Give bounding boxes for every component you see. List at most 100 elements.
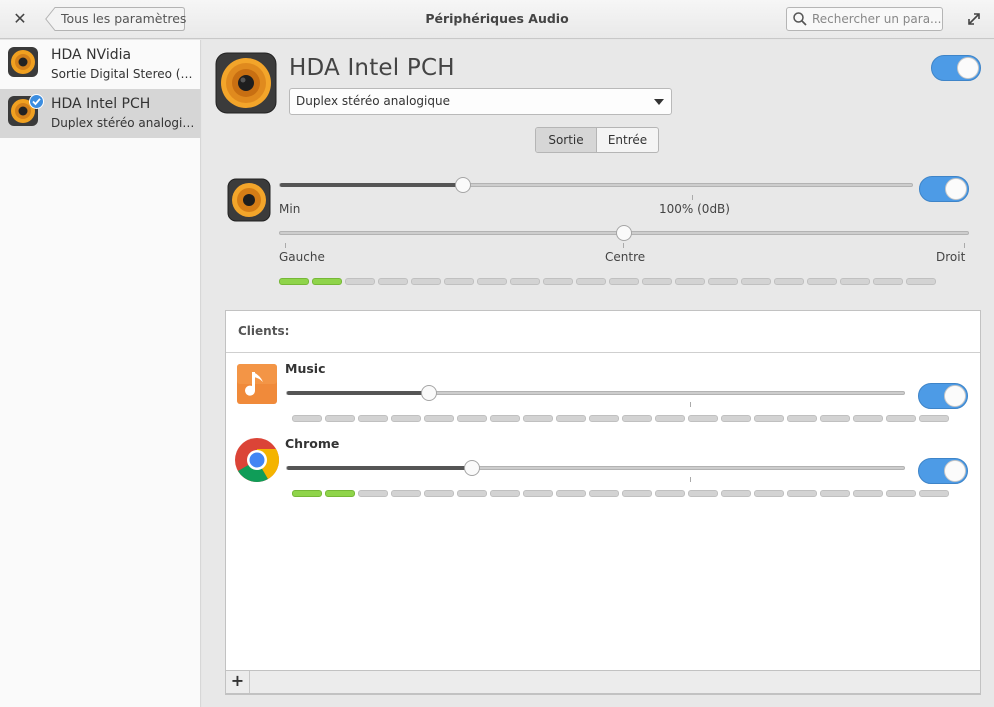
level-segment xyxy=(708,278,738,285)
music-note-icon xyxy=(237,364,277,404)
level-segment xyxy=(642,278,672,285)
level-segment xyxy=(840,278,870,285)
level-segment xyxy=(556,415,586,422)
volume-100-tick xyxy=(692,195,693,200)
client-level-meter xyxy=(292,490,956,497)
client-volume-handle[interactable] xyxy=(421,385,437,401)
volume-mute-switch[interactable] xyxy=(919,176,969,202)
client-enable-switch[interactable] xyxy=(918,458,968,484)
switch-knob xyxy=(944,460,966,482)
device-speaker-icon xyxy=(215,52,277,114)
client-volume-handle[interactable] xyxy=(464,460,480,476)
level-segment xyxy=(919,415,949,422)
client-volume-fill xyxy=(287,466,472,470)
level-segment xyxy=(609,278,639,285)
client-volume-fill xyxy=(287,391,429,395)
balance-slider[interactable] xyxy=(279,225,969,241)
client-volume-slider[interactable] xyxy=(286,385,905,401)
level-segment xyxy=(325,490,355,497)
level-segment xyxy=(675,278,705,285)
level-segment xyxy=(721,415,751,422)
level-segment xyxy=(622,490,652,497)
level-segment xyxy=(378,278,408,285)
speaker-icon xyxy=(8,47,38,77)
client-level-meter xyxy=(292,415,956,422)
device-sidebar: HDA NVidia Sortie Digital Stereo (H... H… xyxy=(0,40,201,707)
device-enable-switch[interactable] xyxy=(931,55,981,81)
client-name: Chrome xyxy=(285,436,340,451)
client-volume-slider[interactable] xyxy=(286,460,905,476)
level-segment xyxy=(576,278,606,285)
level-segment xyxy=(774,278,804,285)
level-segment xyxy=(787,490,817,497)
switch-knob xyxy=(944,385,966,407)
tab-entree[interactable]: Entrée xyxy=(597,128,658,152)
sidebar-item-name: HDA Intel PCH xyxy=(51,96,151,112)
balance-slider-handle[interactable] xyxy=(616,225,632,241)
level-segment xyxy=(556,490,586,497)
clients-panel: Clients: Music Chrome xyxy=(225,310,981,695)
client-name: Music xyxy=(285,361,326,376)
balance-center-tick xyxy=(623,243,624,248)
sidebar-item-subtitle: Duplex stéréo analogique xyxy=(51,116,197,130)
profile-dropdown-value: Duplex stéréo analogique xyxy=(296,94,450,108)
search-icon xyxy=(793,12,807,26)
level-segment xyxy=(886,490,916,497)
level-segment xyxy=(906,278,936,285)
profile-dropdown[interactable]: Duplex stéréo analogique xyxy=(289,88,672,115)
checkmark-badge-icon xyxy=(29,94,44,109)
level-segment xyxy=(820,415,850,422)
balance-right-label: Droit xyxy=(936,250,966,264)
level-segment xyxy=(721,490,751,497)
level-segment xyxy=(312,278,342,285)
sidebar-item-hda-nvidia[interactable]: HDA NVidia Sortie Digital Stereo (H... xyxy=(0,40,201,89)
level-segment xyxy=(754,415,784,422)
level-segment xyxy=(873,278,903,285)
client-100-tick xyxy=(690,477,691,482)
level-segment xyxy=(457,490,487,497)
level-segment xyxy=(444,278,474,285)
level-segment xyxy=(424,415,454,422)
volume-slider-fill xyxy=(280,183,463,187)
add-button[interactable]: + xyxy=(226,671,250,693)
client-enable-switch[interactable] xyxy=(918,383,968,409)
direction-tabs: Sortie Entrée xyxy=(535,127,659,153)
level-segment xyxy=(345,278,375,285)
clients-toolbar: + xyxy=(225,670,981,694)
level-segment xyxy=(279,278,309,285)
level-segment xyxy=(589,415,619,422)
level-segment xyxy=(688,490,718,497)
balance-left-label: Gauche xyxy=(279,250,325,264)
level-segment xyxy=(543,278,573,285)
level-segment xyxy=(490,415,520,422)
level-segment xyxy=(741,278,771,285)
level-segment xyxy=(391,415,421,422)
volume-reference-label: 100% (0dB) xyxy=(659,202,730,216)
level-segment xyxy=(622,415,652,422)
level-segment xyxy=(886,415,916,422)
chevron-down-icon xyxy=(654,99,664,105)
level-segment xyxy=(325,415,355,422)
sidebar-item-subtitle: Sortie Digital Stereo (H... xyxy=(51,67,197,81)
level-segment xyxy=(523,490,553,497)
clients-header: Clients: xyxy=(226,311,980,353)
chrome-icon xyxy=(235,438,279,482)
level-segment xyxy=(510,278,540,285)
sidebar-item-hda-intel-pch[interactable]: HDA Intel PCH Duplex stéréo analogique xyxy=(0,89,201,138)
level-segment xyxy=(411,278,441,285)
level-segment xyxy=(853,490,883,497)
volume-speaker-icon[interactable] xyxy=(227,178,271,222)
switch-knob xyxy=(957,57,979,79)
volume-slider-handle[interactable] xyxy=(455,177,471,193)
device-panel: HDA Intel PCH Duplex stéréo analogique S… xyxy=(202,40,994,707)
level-segment xyxy=(787,415,817,422)
maximize-icon[interactable] xyxy=(966,11,982,27)
search-input[interactable]: Rechercher un para... xyxy=(786,7,943,31)
level-segment xyxy=(292,490,322,497)
volume-slider[interactable] xyxy=(279,177,913,193)
header-bar: ✕ Tous les paramètres Périphériques Audi… xyxy=(0,0,994,39)
level-segment xyxy=(820,490,850,497)
level-segment xyxy=(490,490,520,497)
tab-sortie[interactable]: Sortie xyxy=(536,128,597,152)
level-segment xyxy=(457,415,487,422)
